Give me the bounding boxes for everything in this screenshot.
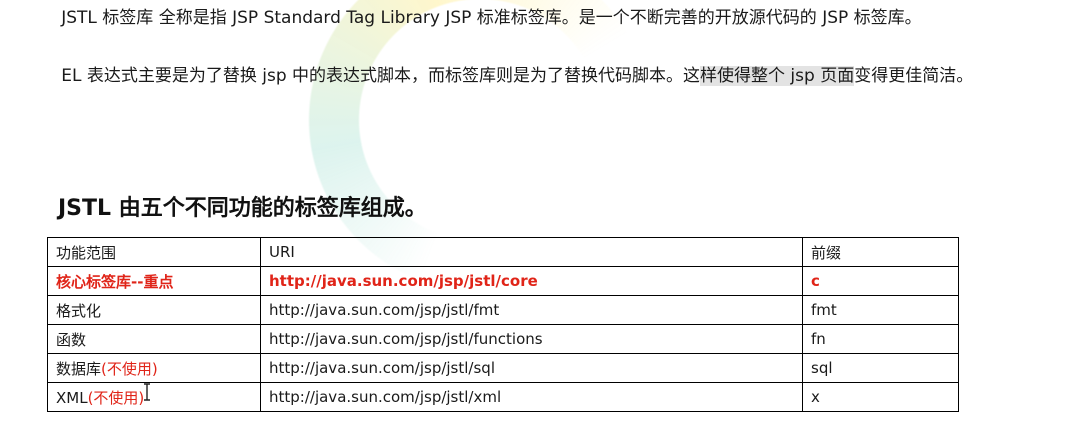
- el-paragraph: EL 表达式主要是为了替换 jsp 中的表达式脚本，而标签库则是为了替换代码脚本…: [18, 62, 1080, 90]
- row-prefix: x: [802, 382, 959, 412]
- table-header-row: 功能范围 URI 前缀: [47, 237, 959, 267]
- row-scope: 函数: [47, 324, 261, 354]
- header-scope: 功能范围: [47, 237, 261, 267]
- row-scope-label: XML: [56, 388, 88, 407]
- intro-paragraph-text: JSTL 标签库 全称是指 JSP Standard Tag Library J…: [61, 8, 922, 28]
- table-row: 函数 http://java.sun.com/jsp/jstl/function…: [47, 324, 959, 354]
- row-scope: 格式化: [47, 295, 261, 325]
- row-scope: XML(不使用): [47, 382, 261, 412]
- row-uri: http://java.sun.com/jsp/jstl/xml: [260, 382, 803, 412]
- row-uri: http://java.sun.com/jsp/jstl/functions: [260, 324, 803, 354]
- row-uri: http://java.sun.com/jsp/jstl/sql: [260, 353, 803, 383]
- row-prefix: sql: [802, 353, 959, 383]
- row-uri: http://java.sun.com/jsp/jstl/core: [260, 266, 803, 296]
- row-uri: http://java.sun.com/jsp/jstl/fmt: [260, 295, 803, 325]
- row-scope: 核心标签库--重点: [47, 266, 261, 296]
- el-paragraph-text: EL 表达式主要是为了替换 jsp 中的表达式脚本，而标签库则是为了替换代码脚本…: [61, 66, 701, 86]
- row-scope-label: 函数: [56, 330, 87, 349]
- header-uri: URI: [260, 237, 803, 267]
- table-row: 核心标签库--重点 http://java.sun.com/jsp/jstl/c…: [47, 266, 959, 296]
- jstl-library-table: 功能范围 URI 前缀 核心标签库--重点 http://java.sun.co…: [47, 237, 959, 412]
- intro-paragraph: JSTL 标签库 全称是指 JSP Standard Tag Library J…: [18, 4, 1080, 32]
- row-scope: 数据库(不使用): [47, 353, 261, 383]
- row-scope-label: 格式化: [56, 301, 102, 320]
- table-row: XML(不使用) http://java.sun.com/jsp/jstl/xm…: [47, 382, 959, 412]
- row-scope-label: 核心标签库--重点: [56, 272, 174, 291]
- row-scope-label: 数据库: [56, 359, 102, 378]
- row-prefix: fn: [802, 324, 959, 354]
- selected-text[interactable]: 样使得整个 jsp 页面: [700, 66, 855, 86]
- row-scope-note: (不使用): [87, 388, 145, 407]
- row-scope-note: (不使用): [101, 359, 158, 378]
- row-prefix: fmt: [802, 295, 959, 325]
- row-prefix: c: [802, 266, 959, 296]
- header-prefix: 前缀: [802, 237, 959, 267]
- table-row: 数据库(不使用) http://java.sun.com/jsp/jstl/sq…: [47, 353, 959, 383]
- section-title: JSTL 由五个不同功能的标签库组成。: [58, 196, 427, 221]
- el-paragraph-text-end: 变得更佳简洁。: [854, 66, 974, 86]
- table-row: 格式化 http://java.sun.com/jsp/jstl/fmt fmt: [47, 295, 959, 325]
